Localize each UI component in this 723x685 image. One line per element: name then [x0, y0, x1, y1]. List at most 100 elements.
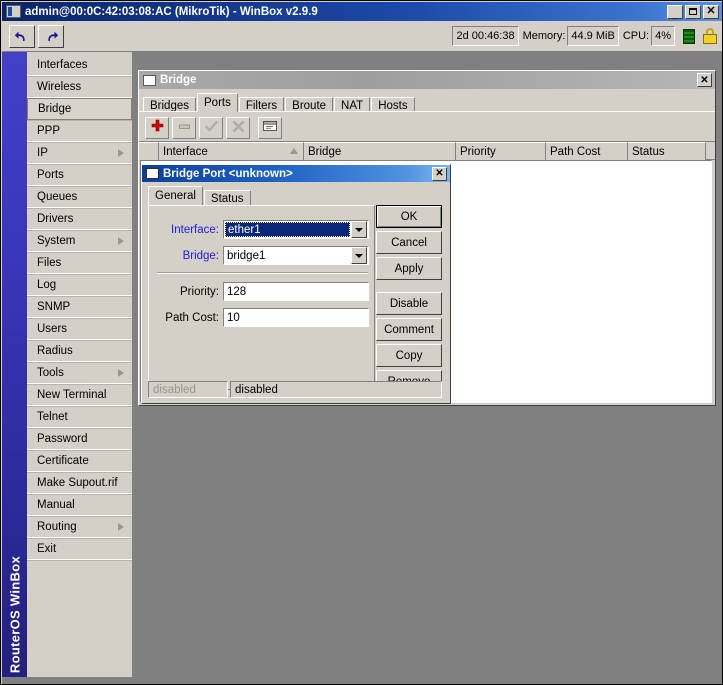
interface-value: ether1 [225, 222, 350, 237]
sidebar-item-drivers[interactable]: Drivers [27, 208, 132, 230]
bridge-port-icon [146, 168, 159, 179]
redo-button[interactable] [38, 25, 64, 48]
bridge-tabstrip: Bridges Ports Filters Broute NAT Hosts [139, 92, 715, 114]
maximize-button[interactable] [685, 4, 701, 19]
priority-input[interactable]: 128 [223, 282, 369, 301]
column-header-interface[interactable]: Interface [159, 142, 304, 160]
column-header-label: Interface [163, 145, 208, 158]
sidebar-item-label: Users [37, 323, 68, 335]
sidebar-item-label: Queues [37, 191, 78, 203]
sidebar-item-label: Radius [37, 345, 73, 357]
bridge-combobox[interactable]: bridge1 [223, 246, 369, 265]
winbox-application-window: admin@00:0C:42:03:08:AC (MikroTik) - Win… [0, 0, 723, 685]
path-cost-field-row: Path Cost: 10 [157, 308, 369, 327]
sidebar: RouterOS WinBox Interfaces Wireless Bridge… [2, 52, 133, 677]
sidebar-item-manual[interactable]: Manual [27, 494, 132, 516]
column-header-path-cost[interactable]: Path Cost [546, 142, 628, 160]
priority-label: Priority: [180, 285, 219, 298]
disable-button[interactable]: Disable [376, 292, 442, 315]
bridge-port-close-button[interactable]: ✕ [432, 166, 447, 181]
sidebar-item-interfaces[interactable]: Interfaces [27, 54, 132, 76]
ok-button[interactable]: OK [376, 205, 442, 228]
interface-field-row: Interface: ether1 [157, 220, 369, 239]
sidebar-item-log[interactable]: Log [27, 274, 132, 296]
column-header-bridge[interactable]: Bridge [304, 142, 456, 160]
sidebar-item-ppp[interactable]: PPP [27, 120, 132, 142]
column-header-priority[interactable]: Priority [456, 142, 546, 160]
chevron-right-icon [118, 237, 124, 245]
sidebar-item-wireless[interactable]: Wireless [27, 76, 132, 98]
sidebar-item-tools[interactable]: Tools [27, 362, 132, 384]
panel-divider [157, 272, 368, 274]
bridge-window-icon [143, 74, 156, 86]
cross-button [226, 116, 250, 139]
sidebar-item-files[interactable]: Files [27, 252, 132, 274]
sidebar-brand-strip: RouterOS WinBox [2, 52, 27, 677]
sidebar-item-users[interactable]: Users [27, 318, 132, 340]
column-header-label: Status [632, 145, 665, 158]
memory-label: Memory: [522, 30, 566, 42]
column-header-flags[interactable] [139, 142, 159, 160]
sidebar-item-label: SNMP [37, 301, 71, 313]
cpu-label: CPU: [622, 30, 650, 42]
interface-combobox[interactable]: ether1 [223, 220, 369, 239]
bridge-port-dialog: Bridge Port <unknown> ✕ General Status In… [141, 164, 451, 404]
sidebar-item-snmp[interactable]: SNMP [27, 296, 132, 318]
comment-button[interactable]: Comment [376, 318, 442, 341]
plus-button[interactable] [145, 116, 169, 139]
bridge-field-row: Bridge: bridge1 [157, 246, 369, 265]
sidebar-item-new-terminal[interactable]: New Terminal [27, 384, 132, 406]
sidebar-item-label: Routing [37, 521, 77, 533]
path-cost-input[interactable]: 10 [223, 308, 369, 327]
priority-field-row: Priority: 128 [157, 282, 369, 301]
bridge-window-close-button[interactable]: ✕ [697, 73, 712, 87]
bridge-action-toolbar [139, 114, 715, 142]
bridge-value: bridge1 [227, 249, 266, 262]
bridge-port-titlebar: Bridge Port <unknown> ✕ [142, 165, 450, 182]
sidebar-item-system[interactable]: System [27, 230, 132, 252]
sidebar-item-certificate[interactable]: Certificate [27, 450, 132, 472]
sidebar-item-radius[interactable]: Radius [27, 340, 132, 362]
sidebar-item-password[interactable]: Password [27, 428, 132, 450]
bridge-window-title: Bridge [160, 74, 197, 86]
status-flag-disabled: disabled [148, 381, 228, 398]
close-button[interactable]: ✕ [703, 4, 719, 19]
sidebar-item-queues[interactable]: Queues [27, 186, 132, 208]
sidebar-item-exit[interactable]: Exit [27, 538, 132, 560]
router-status-group: 2d 00:46:38 Memory: 44.9 MiB CPU: 4% [452, 26, 717, 46]
cancel-button[interactable]: Cancel [376, 231, 442, 254]
sidebar-item-telnet[interactable]: Telnet [27, 406, 132, 428]
sidebar-item-label: PPP [37, 125, 61, 137]
bridge-label[interactable]: Bridge: [157, 250, 223, 262]
uptime-value: 2d 00:46:38 [452, 26, 519, 46]
sidebar-item-bridge[interactable]: Bridge [27, 98, 132, 120]
minimize-button[interactable]: _ [667, 4, 683, 19]
sidebar-item-make-supout-rif[interactable]: Make Supout.rif [27, 472, 132, 494]
chevron-down-icon[interactable] [351, 221, 367, 238]
column-header-label: Priority [460, 145, 496, 158]
sidebar-item-label: Manual [37, 499, 75, 511]
sidebar-item-ip[interactable]: IP [27, 142, 132, 164]
sidebar-item-routing[interactable]: Routing [27, 516, 132, 538]
cross-icon [231, 119, 246, 137]
window-title: admin@00:0C:42:03:08:AC (MikroTik) - Win… [25, 5, 318, 18]
undo-button[interactable] [9, 25, 35, 48]
bridge-port-body: General Status Interface: ether1 Bridge: … [142, 182, 450, 403]
comment-button[interactable] [258, 116, 282, 139]
sidebar-item-ports[interactable]: Ports [27, 164, 132, 186]
memory-value: 44.9 MiB [567, 26, 619, 46]
check-button [199, 116, 223, 139]
chevron-down-icon[interactable] [351, 247, 367, 264]
sidebar-item-label: New Terminal [37, 389, 107, 401]
interface-label[interactable]: Interface: [157, 224, 223, 236]
column-header-status[interactable]: Status [628, 142, 706, 160]
apply-button[interactable]: Apply [376, 257, 442, 280]
copy-button[interactable]: Copy [376, 344, 442, 367]
sidebar-item-label: Tools [37, 367, 64, 379]
cpu-stat: CPU: 4% [623, 26, 675, 46]
bridge-port-general-panel: Interface: ether1 Bridge: bridge1 Priori… [148, 205, 375, 390]
tab-ports[interactable]: Ports [197, 93, 238, 112]
cpu-value: 4% [651, 26, 675, 46]
ports-list-header: Interface Bridge Priority Path Cost Status [139, 142, 715, 160]
bridge-port-tab-general[interactable]: General [148, 186, 203, 205]
